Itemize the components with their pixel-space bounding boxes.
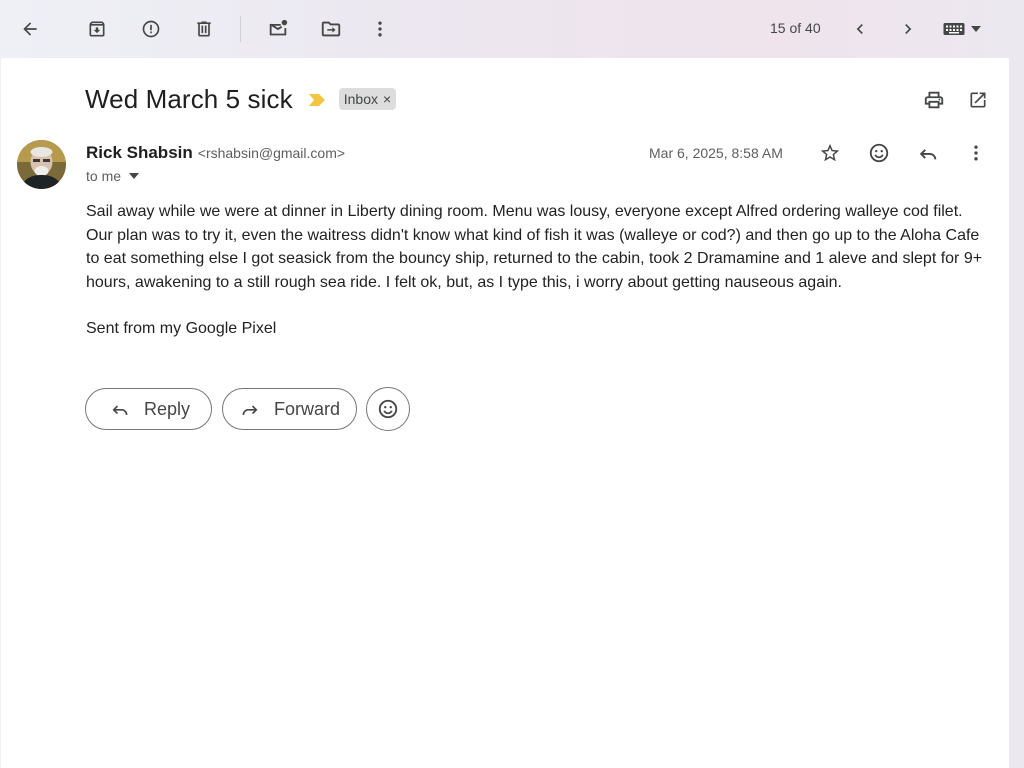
more-vert-icon [974, 145, 978, 161]
sender-avatar[interactable] [17, 140, 66, 189]
more-vert-icon [378, 21, 382, 37]
reply-icon [919, 149, 937, 160]
print-icon [924, 91, 944, 109]
forward-button-label: Forward [274, 398, 341, 419]
react-with-emoji-button[interactable] [366, 387, 410, 431]
forward-button[interactable]: Forward [222, 388, 357, 430]
keyboard-icon [943, 23, 965, 35]
message-body: Sail away while we were at dinner in Lib… [86, 203, 983, 291]
recipient-label: to me [86, 168, 122, 184]
back-button[interactable] [10, 9, 50, 49]
older-button[interactable] [888, 9, 928, 49]
caret-down-icon [129, 173, 140, 179]
move-to-icon [321, 21, 341, 37]
open-in-new-icon [970, 92, 986, 108]
star-button[interactable] [812, 135, 848, 171]
message-counter: 15 of 40 [770, 20, 821, 36]
subject-row: Wed March 5 sick Inbox × [85, 83, 397, 114]
message-date: Mar 6, 2025, 8:58 AM [649, 145, 783, 161]
forward-icon [242, 405, 258, 415]
toolbar: 15 of 40 [0, 0, 1024, 58]
delete-button[interactable] [184, 9, 224, 49]
mark-unread-button[interactable] [258, 9, 298, 49]
reply-button-label: Reply [144, 398, 191, 419]
message-subject: Wed March 5 sick [85, 83, 293, 114]
archive-button[interactable] [77, 9, 117, 49]
message-signature: Sent from my Google Pixel [86, 320, 277, 337]
print-all-button[interactable] [916, 82, 952, 118]
caret-down-icon [971, 26, 981, 32]
recipient-details-toggle[interactable]: to me [86, 168, 140, 184]
sender-name[interactable]: Rick Shabsin [86, 143, 193, 163]
input-tools-button[interactable] [936, 13, 988, 45]
emoji-icon [869, 143, 889, 163]
mark-unread-icon [269, 19, 288, 36]
back-icon [23, 22, 37, 36]
reply-icon-button[interactable] [910, 135, 946, 171]
reply-icon [112, 405, 128, 415]
emoji-icon [378, 399, 398, 419]
remove-label-icon[interactable]: × [383, 91, 391, 107]
label-chip-inbox: Inbox × [338, 88, 397, 110]
chevron-right-icon [905, 24, 912, 34]
importance-marker-icon[interactable] [308, 94, 325, 106]
reply-button[interactable]: Reply [85, 388, 212, 430]
report-spam-icon [142, 20, 160, 38]
delete-icon [197, 21, 211, 37]
newer-button[interactable] [840, 9, 880, 49]
add-reaction-button[interactable] [861, 135, 897, 171]
chevron-left-icon [856, 24, 863, 34]
open-in-new-window-button[interactable] [960, 82, 996, 118]
move-to-button[interactable] [311, 9, 351, 49]
star-icon [820, 143, 840, 162]
report-spam-button[interactable] [131, 9, 171, 49]
archive-icon [89, 21, 105, 37]
sender-info: Rick Shabsin <rshabsin@gmail.com> [86, 143, 345, 163]
label-chip-text: Inbox [343, 91, 378, 107]
message-more-options-button[interactable] [958, 135, 994, 171]
sender-email: <rshabsin@gmail.com> [197, 145, 346, 161]
more-options-button[interactable] [360, 9, 400, 49]
toolbar-divider [240, 16, 241, 42]
